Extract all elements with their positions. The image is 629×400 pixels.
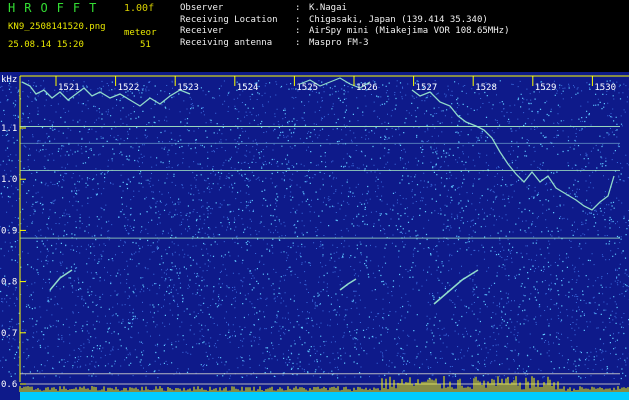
y-tick-label: 0.9 [1, 226, 17, 236]
y-axis-unit: kHz [1, 75, 17, 85]
info-row-antenna: Receiving antenna: Maspro FM-3 [180, 37, 369, 48]
x-tick-label: 1524 [237, 83, 259, 93]
file-name: KN9_2508141520.png [8, 22, 106, 32]
info-row-receiver: Receiver: AirSpy mini (Miakejima VOR 108.… [180, 26, 510, 37]
x-tick-label: 1523 [177, 83, 199, 93]
app-title: HROFFT [8, 1, 106, 15]
station-info: Observer: K.Nagai Receiving Location: Chig… [180, 3, 509, 49]
info-label: Receiving Location [180, 14, 278, 25]
y-tick-label: 0.7 [1, 329, 17, 339]
info-value: AirSpy mini (Miakejima VOR 108.65MHz) [309, 26, 510, 37]
header-panel: HROFFT 1.00f KN9_2508141520.png meteor 2… [0, 0, 629, 72]
info-label: Receiving antenna [180, 37, 273, 48]
x-tick-label: 1525 [296, 83, 318, 93]
y-tick-label: 0.8 [1, 278, 17, 288]
info-label: Observer [180, 3, 224, 13]
x-tick-label: 1522 [118, 83, 140, 93]
y-tick-label: 0.6 [1, 380, 17, 390]
echo-count: 51 [140, 40, 151, 50]
info-row-location: Receiving Location: Chigasaki, Japan (139… [180, 14, 488, 25]
spectrogram-plot: kHz 1.1 1.0 0.9 0.8 0.7 0.6 1521 1522 1523 1524 152… [0, 72, 629, 400]
y-tick-label: 1.1 [1, 124, 17, 134]
info-value: K.Nagai [309, 3, 347, 13]
info-label: Receiver [180, 26, 224, 37]
info-value: Maspro FM-3 [309, 37, 369, 48]
observation-datetime: 25.08.14 15:20 [8, 40, 84, 50]
x-tick-label: 1529 [535, 83, 557, 93]
info-row-observer: Observer: K.Nagai [180, 3, 347, 13]
info-value: Chigasaki, Japan (139.414 35.340) [309, 14, 488, 25]
x-tick-label: 1521 [58, 83, 80, 93]
observation-type: meteor [124, 28, 157, 38]
x-tick-label: 1530 [594, 83, 616, 93]
x-tick-label: 1528 [475, 83, 497, 93]
app-version: 1.00f [124, 3, 155, 14]
level-bar [20, 392, 629, 400]
x-tick-label: 1526 [356, 83, 378, 93]
x-tick-label: 1527 [416, 83, 438, 93]
y-tick-label: 1.0 [1, 175, 17, 185]
